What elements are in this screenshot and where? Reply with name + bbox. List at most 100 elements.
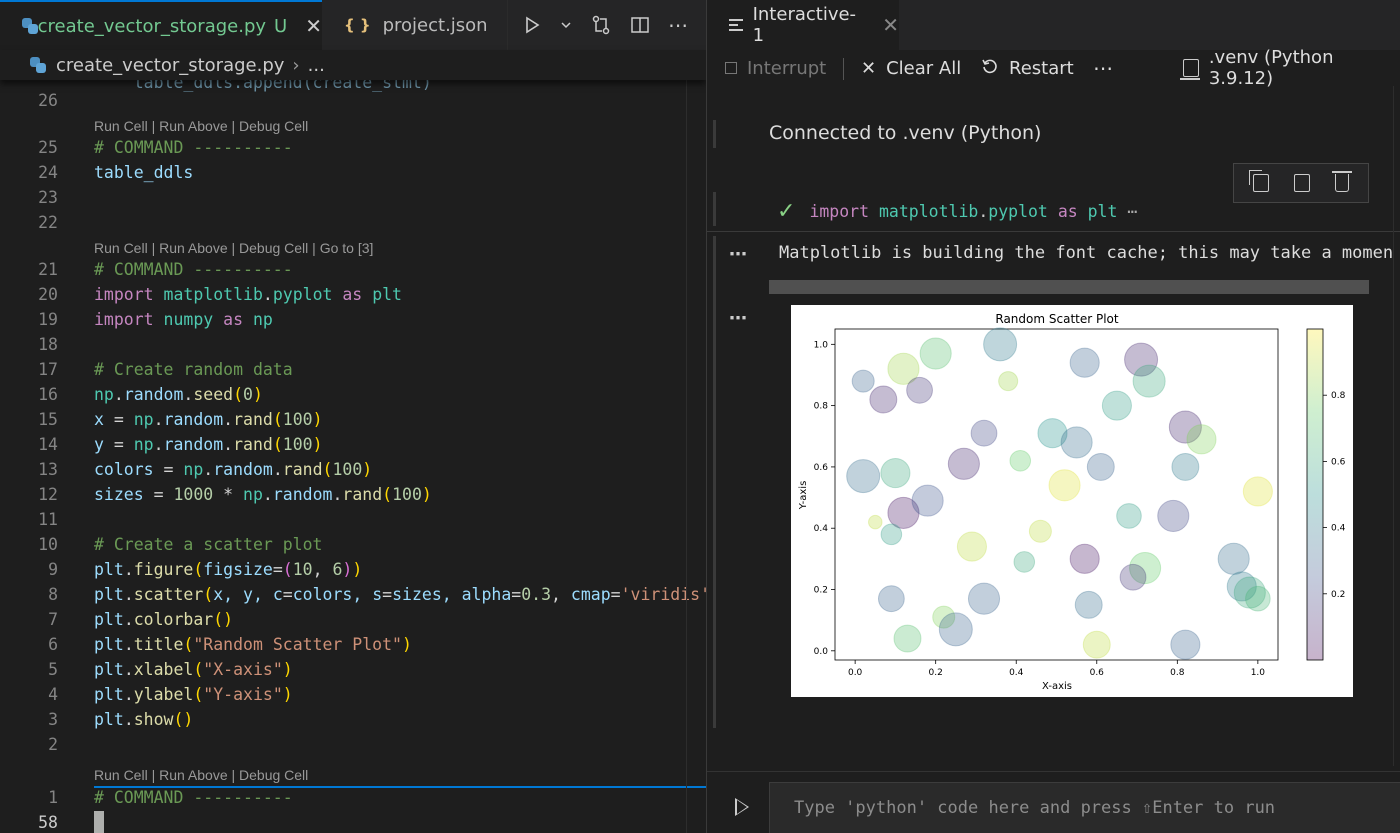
kernel-label: .venv (Python 3.9.12) (1208, 47, 1334, 89)
interrupt-button[interactable]: Interrupt (725, 50, 826, 86)
output-menu-icon[interactable]: ⋯ (729, 308, 748, 329)
cell-code-module: matplotlib (878, 201, 979, 221)
scatter-point (1074, 590, 1103, 619)
colorbar-tick-label: 0.2 (1331, 590, 1345, 600)
code-line: 26 (0, 88, 706, 113)
delete-icon[interactable] (1332, 171, 1353, 192)
interactive-code-input[interactable]: Type 'python' code here and press ⇧Enter… (769, 782, 1400, 833)
scatter-point (1245, 585, 1271, 612)
scatter-point (868, 514, 883, 530)
scatter-point (1101, 390, 1132, 421)
codelens-cell-c[interactable]: Run Cell | Run Above | Debug Cell (94, 765, 308, 785)
python-file-icon (22, 18, 37, 34)
code-line: 1 # COMMAND ---------- (0, 785, 706, 810)
x-tick-label: 1.0 (1251, 668, 1266, 678)
scatter-point (947, 447, 980, 480)
restart-icon (981, 57, 999, 80)
split-editor-icon[interactable] (630, 15, 650, 35)
scatter-point (1028, 519, 1052, 543)
more-actions-button[interactable]: ⋯ (1093, 50, 1113, 86)
scatter-point (880, 457, 911, 489)
line-number: 22 (38, 213, 58, 232)
x-tick-label: 0.6 (1090, 668, 1105, 678)
y-tick-label: 0.8 (814, 402, 829, 412)
tab-project-json[interactable]: { } project.json (322, 0, 508, 50)
code-area[interactable]: table_ddls.append(create_stmt) 26 Run Ce… (0, 73, 706, 833)
codelens-cell-a[interactable]: Run Cell | Run Above | Debug Cell (94, 116, 308, 136)
close-tab-icon[interactable]: ✕ (882, 13, 899, 37)
code-line: 19 import numpy as np (0, 307, 706, 332)
editor-pane: create_vector_storage.py U ✕ { } project… (0, 0, 706, 833)
line-number: 10 (38, 535, 58, 554)
restart-button[interactable]: Restart (981, 50, 1074, 86)
run-play-icon[interactable] (735, 798, 749, 816)
code-line: 2 (0, 732, 706, 757)
tab-create-vector-storage[interactable]: create_vector_storage.py U ✕ (0, 0, 322, 50)
interactive-window-icon (729, 19, 743, 31)
code-line: 11 (0, 507, 706, 532)
scatter-point (1157, 499, 1190, 533)
y-tick-label: 0.2 (814, 586, 828, 596)
scatter-point (1170, 629, 1201, 660)
cell-code-module: pyplot (988, 201, 1048, 221)
close-tab-icon[interactable]: ✕ (305, 14, 322, 38)
output-text: Matplotlib is building the font cache; t… (779, 243, 1394, 263)
copy-icon[interactable] (1248, 170, 1269, 192)
interrupt-label: Interrupt (747, 57, 827, 79)
code-comment: # COMMAND ---------- (94, 788, 293, 807)
line-number: 6 (48, 635, 58, 654)
scatter-point (877, 585, 905, 613)
breadcrumb-separator-icon: › (292, 54, 300, 76)
code-line: 25 # COMMAND ---------- (0, 135, 706, 160)
connected-message: Connected to .venv (Python) (769, 122, 1042, 144)
scatter-point (880, 523, 903, 546)
scatter-point (1013, 551, 1036, 573)
line-number: 25 (38, 138, 58, 157)
tab-interactive-1[interactable]: Interactive-1 ✕ (707, 0, 899, 50)
goto-code-icon[interactable] (1293, 174, 1310, 192)
output-scrollbar[interactable] (769, 280, 1369, 294)
code-comment: # COMMAND ---------- (94, 260, 293, 279)
kernel-icon (1180, 59, 1200, 80)
scatter-point (1119, 563, 1147, 591)
output-menu-icon[interactable]: ⋯ (729, 244, 748, 265)
breadcrumb: create_vector_storage.py › ... (0, 50, 706, 80)
codelens-cell-b[interactable]: Run Cell | Run Above | Debug Cell | Go t… (94, 238, 373, 258)
clear-all-button[interactable]: ✕ Clear All (861, 50, 961, 86)
more-actions-icon[interactable]: ⋯ (668, 13, 688, 37)
code-line: 9 plt.figure(figsize=(10, 6)) (0, 557, 706, 582)
interactive-scrollbar[interactable] (1393, 86, 1394, 766)
kernel-picker[interactable]: .venv (Python 3.9.12) (1180, 47, 1400, 89)
y-tick-label: 0.6 (814, 463, 829, 473)
interactive-input-area: Type 'python' code here and press ⇧Enter… (707, 771, 1400, 833)
cell-gutter (713, 192, 716, 226)
scatter-point (1217, 542, 1250, 575)
compare-changes-icon[interactable] (590, 14, 612, 36)
x-tick-label: 0.4 (1009, 668, 1024, 678)
y-tick-label: 1.0 (814, 340, 829, 350)
code-comment: # Create random data (94, 360, 293, 379)
kw: import (94, 285, 154, 304)
expand-code-icon[interactable]: ⋯ (1127, 202, 1137, 221)
code-line: 14 y = np.random.rand(100) (0, 432, 706, 457)
scatter-point (1060, 426, 1093, 459)
code-line: 21 # COMMAND ---------- (0, 257, 706, 282)
scatter-point (1132, 364, 1166, 398)
line-number: 13 (38, 460, 58, 479)
scatter-point (1069, 543, 1100, 574)
chevron-down-icon[interactable] (560, 19, 572, 31)
code-line: 15 x = np.random.rand(100) (0, 407, 706, 432)
breadcrumb-file[interactable]: create_vector_storage.py (56, 55, 284, 76)
colorbar (1307, 329, 1323, 660)
run-file-icon[interactable] (522, 15, 542, 35)
scatter-point (1048, 469, 1081, 502)
line-number: 9 (48, 560, 58, 579)
scatter-point (998, 371, 1019, 392)
cell-input[interactable]: ✓ import matplotlib. pyplot as plt ⋯ (777, 198, 1137, 224)
editor-tab-bar: create_vector_storage.py U ✕ { } project… (0, 0, 706, 50)
cell-divider (707, 231, 1400, 232)
breadcrumb-more[interactable]: ... (308, 55, 325, 76)
scatter-point (919, 337, 952, 370)
editor-scrollbar[interactable] (686, 80, 687, 833)
clear-all-label: Clear All (886, 57, 962, 79)
